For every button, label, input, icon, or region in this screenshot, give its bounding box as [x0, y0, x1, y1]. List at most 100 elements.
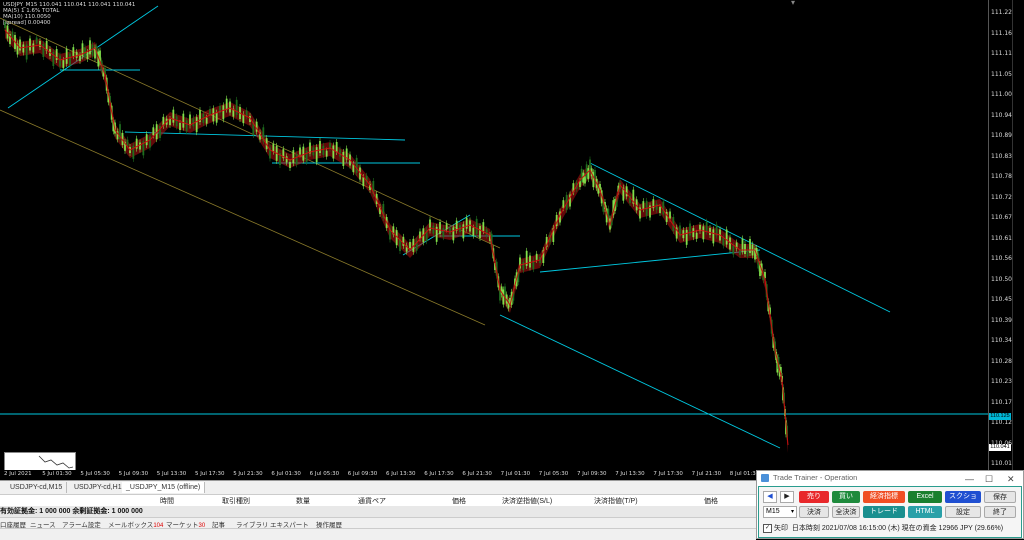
left-arrow-icon: ◀ — [767, 493, 773, 500]
candle-body — [746, 249, 749, 257]
candle-body — [692, 228, 695, 238]
candle-body — [212, 108, 215, 122]
col-stop-loss[interactable]: 決済逆指値(S/L) — [502, 496, 552, 506]
minimize-icon[interactable]: — — [965, 472, 974, 486]
candle-body — [315, 147, 318, 163]
time-tick: 7 Jul 09:30 — [577, 471, 607, 477]
col-symbol[interactable]: 通貨ペア — [358, 496, 386, 506]
candle-body — [59, 55, 61, 67]
settings-button[interactable]: 設定 — [945, 506, 981, 518]
trade-trainer-titlebar[interactable]: Trade Trainer - Operation — ☐ ✕ — [757, 471, 1023, 485]
candle-body — [272, 143, 275, 152]
candle-body — [562, 200, 565, 209]
candle-body — [322, 145, 325, 155]
candle-body — [445, 223, 448, 230]
candle-body — [535, 253, 538, 260]
candle-body — [35, 37, 38, 44]
arrow-checkbox[interactable]: ✓ — [763, 523, 772, 533]
col-volume[interactable]: 数量 — [296, 496, 310, 506]
col-current-price[interactable]: 価格 — [704, 496, 718, 506]
time-tick: 5 Jul 09:30 — [118, 471, 149, 477]
sell-button[interactable]: 売り — [799, 491, 829, 503]
trade-button[interactable]: トレード — [863, 506, 905, 518]
candle-body — [472, 227, 475, 236]
timeframe-select[interactable]: M15 ▾ — [763, 506, 797, 518]
current-price-tag: 110.041 — [989, 444, 1011, 451]
time-tick: 6 Jul 17:30 — [424, 471, 454, 477]
trend-line — [539, 249, 761, 273]
time-tick: 5 Jul 01:30 — [42, 471, 72, 477]
time-tick: 7 Jul 13:30 — [615, 471, 645, 477]
tab-usdjpy-m15[interactable]: USDJPY-cd,M15 — [6, 482, 68, 493]
candle-body — [449, 228, 451, 234]
candle-body — [292, 150, 295, 164]
excel-button[interactable]: Excel — [908, 491, 942, 503]
trend-line — [589, 162, 891, 313]
close-chart-icon[interactable]: ▾ — [791, 0, 795, 7]
candle-body — [522, 262, 525, 271]
prev-bar-button[interactable]: ◀ — [763, 491, 777, 503]
mini-chart-thumbnail[interactable] — [4, 452, 76, 470]
candle-body — [589, 159, 591, 171]
close-icon[interactable]: ✕ — [1007, 472, 1015, 486]
horizontal-line-price-tag: 110.125 — [989, 413, 1011, 420]
candle-body — [126, 139, 129, 146]
candle-body — [299, 147, 301, 155]
col-type[interactable]: 取引種別 — [222, 496, 250, 506]
html-button[interactable]: HTML — [908, 506, 942, 518]
candle-body — [169, 119, 171, 125]
candle-body — [655, 203, 658, 210]
time-tick: 6 Jul 05:30 — [309, 471, 340, 477]
close-position-button[interactable]: 決済 — [799, 506, 829, 518]
candle-body — [172, 109, 175, 123]
time-tick: 7 Jul 05:30 — [538, 471, 569, 477]
candle-body — [732, 245, 735, 255]
candle-body — [452, 227, 455, 241]
candle-body — [209, 109, 211, 115]
timeframe-value: M15 — [766, 508, 780, 515]
screenshot-button[interactable]: スクショ — [945, 491, 981, 503]
candle-body — [289, 162, 291, 168]
candle-body — [465, 217, 468, 229]
candle-body — [245, 110, 248, 117]
close-all-button[interactable]: 全決済 — [832, 506, 860, 518]
candle-body — [205, 117, 208, 124]
time-tick: 2 Jul 2021 — [4, 471, 32, 477]
candle-body — [32, 43, 35, 53]
candle-body — [229, 101, 231, 113]
col-take-profit[interactable]: 決済指値(T/P) — [594, 496, 638, 506]
candle-body — [222, 105, 225, 120]
price-axis: 111.220 111.165 111.110 111.055 111.000 110.9… — [988, 0, 1016, 470]
time-tick: 7 Jul 01:30 — [500, 471, 531, 477]
candle-body — [189, 114, 191, 126]
tab-usdjpy-h1[interactable]: USDJPY-cd,H1 — [70, 482, 127, 493]
candle-body — [432, 225, 435, 234]
candle-body — [585, 164, 588, 179]
candle-body — [642, 201, 645, 210]
save-button[interactable]: 保存 — [984, 491, 1016, 503]
candle-body — [295, 154, 298, 165]
candle-body — [145, 134, 148, 146]
trade-trainer-panel: ◀ ▶ 売り 買い 経済指標 Excel スクショ 保存 M15 ▾ 決済 全決済… — [758, 486, 1022, 538]
col-time[interactable]: 時間 — [160, 496, 174, 506]
candle-body — [419, 231, 421, 239]
maximize-icon[interactable]: ☐ — [985, 472, 993, 486]
price-chart[interactable]: USDJPY_M15 110.041 110.041 110.041 110.0… — [0, 0, 988, 470]
next-bar-button[interactable]: ▶ — [780, 491, 794, 503]
tab-usdjpy-offline[interactable]: _USDJPY_M15 (offline) — [122, 482, 206, 493]
exit-button[interactable]: 終了 — [984, 506, 1016, 518]
app-icon — [761, 474, 769, 482]
candle-body — [215, 112, 218, 123]
time-tick: 5 Jul 17:30 — [195, 471, 225, 477]
col-price[interactable]: 価格 — [452, 496, 466, 506]
candle-body — [469, 220, 471, 232]
candle-body — [192, 118, 195, 127]
status-bar — [0, 528, 756, 540]
buy-button[interactable]: 買い — [832, 491, 860, 503]
candle-body — [195, 117, 198, 133]
candle-body — [185, 120, 188, 132]
economic-indicator-button[interactable]: 経済指標 — [863, 491, 905, 503]
candle-body — [86, 52, 89, 59]
candle-body — [362, 177, 365, 187]
candle-body — [89, 40, 91, 55]
